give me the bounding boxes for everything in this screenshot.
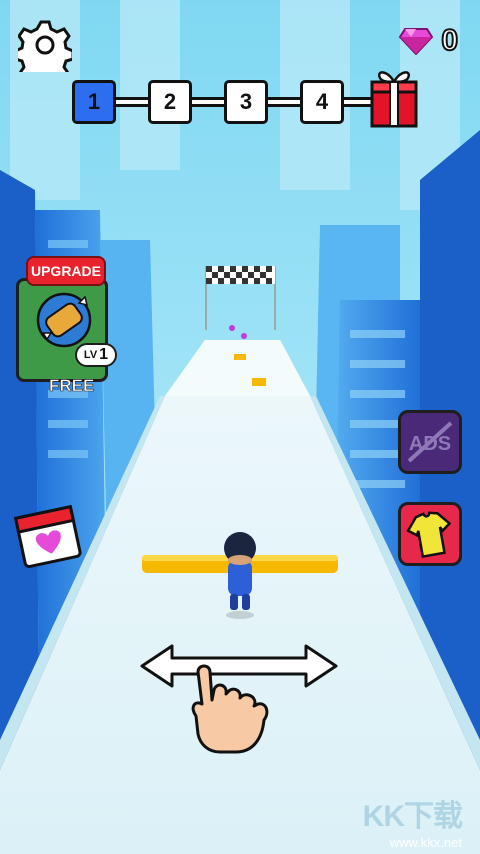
watermark-brand: KK下载 (362, 800, 463, 833)
upgrade-level-value: 1 (99, 346, 109, 363)
level-node-1: 1 (72, 80, 116, 124)
skin-shop-button[interactable] (398, 502, 462, 566)
settings-button[interactable] (13, 18, 75, 86)
watermark: KK下载 www.kkx.net (362, 791, 463, 850)
level-node-2: 2 (148, 80, 192, 124)
gold-bar (234, 354, 246, 360)
upgrade-tag: UPGRADE (26, 256, 106, 286)
no-ads-icon: ADS (407, 421, 453, 463)
upgrade-card-body: LV 1 FREE (16, 278, 117, 395)
level-progress: 1 2 3 4 (72, 71, 418, 128)
gift-icon (370, 71, 418, 128)
watermark-site: www.kkx.net (389, 835, 462, 850)
level-node-4: 4 (300, 80, 344, 124)
upgrade-price: FREE (49, 376, 95, 396)
gem-count: 0 (440, 24, 459, 57)
upgrade-level-prefix: LV (83, 349, 98, 361)
upgrade-level-badge: LV 1 (75, 343, 117, 367)
no-ads-button[interactable]: ADS (398, 410, 462, 474)
calendar-heart-icon (13, 504, 82, 569)
daily-reward-button[interactable] (13, 502, 82, 570)
pickup (229, 325, 235, 331)
level-node-3: 3 (224, 80, 268, 124)
pickup (241, 333, 247, 339)
shirt-icon (406, 511, 452, 559)
upgrade-card[interactable]: UPGRADE LV 1 FREE (16, 256, 117, 395)
gold-bar (252, 378, 266, 386)
gem-icon (399, 28, 434, 55)
gem-counter: 0 (399, 24, 459, 57)
gear-icon (13, 20, 75, 86)
